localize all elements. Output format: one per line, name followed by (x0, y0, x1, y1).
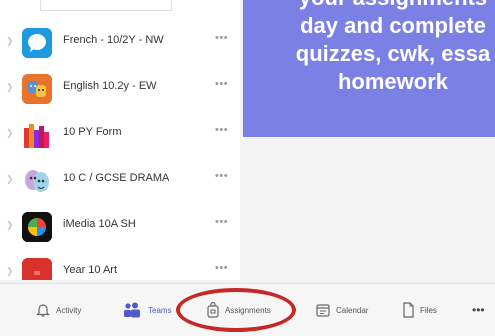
team-name: English 10.2y - EW (63, 80, 157, 92)
nav-files[interactable]: Files (402, 298, 437, 322)
chevron-right-icon[interactable]: ❯ (6, 266, 14, 277)
team-row-imedia[interactable]: ❯ iMedia 10A SH ••• (0, 204, 240, 250)
team-name: 10 PY Form (63, 126, 122, 138)
banner-line-3: quizzes, cwk, essa (295, 41, 491, 66)
banner-text: your assignments day and complete quizze… (243, 0, 495, 96)
colorful-circle-icon (22, 212, 52, 242)
nav-calendar-label: Calendar (336, 305, 369, 315)
team-row-gcse-drama[interactable]: ❯ 10 C / GCSE DRAMA ••• (0, 158, 240, 204)
more-icon[interactable]: ••• (472, 303, 485, 317)
assignments-highlight-ellipse (176, 288, 296, 332)
drama-masks-icon (22, 166, 52, 196)
chevron-right-icon[interactable]: ❯ (6, 36, 14, 47)
file-icon (402, 302, 414, 318)
nav-teams[interactable]: Teams (122, 298, 172, 322)
team-row-french[interactable]: ❯ French - 10/2Y - NW ••• (0, 20, 240, 66)
nav-files-label: Files (420, 305, 437, 315)
nav-more[interactable]: ••• (472, 298, 485, 322)
bell-icon (36, 302, 50, 318)
more-options-icon[interactable]: ••• (215, 262, 228, 274)
chevron-right-icon[interactable]: ❯ (6, 174, 14, 185)
nav-teams-label: Teams (148, 305, 172, 315)
color-bars-icon (22, 120, 52, 150)
banner-line-4: homework (337, 69, 449, 94)
teams-list-panel: ❯ French - 10/2Y - NW ••• ❯ English 10.2… (0, 0, 240, 280)
team-row-10py-form[interactable]: ❯ 10 PY Form ••• (0, 112, 240, 158)
list-header-remnant (0, 0, 240, 14)
team-name: French - 10/2Y - NW (63, 34, 164, 46)
more-options-icon[interactable]: ••• (215, 170, 228, 182)
nav-activity-label: Activity (56, 305, 82, 315)
more-options-icon[interactable]: ••• (215, 216, 228, 228)
banner-line-2: day and complete (300, 13, 486, 38)
more-options-icon[interactable]: ••• (215, 32, 228, 44)
red-square-icon (22, 258, 52, 280)
nav-calendar[interactable]: Calendar (316, 298, 368, 322)
more-options-icon[interactable]: ••• (215, 124, 228, 136)
calendar-icon (316, 303, 330, 317)
team-name: iMedia 10A SH (63, 218, 136, 230)
team-row-year10-art[interactable]: ❯ Year 10 Art ••• (0, 250, 240, 280)
more-options-icon[interactable]: ••• (215, 78, 228, 90)
chevron-right-icon[interactable]: ❯ (6, 128, 14, 139)
team-name: Year 10 Art (63, 264, 118, 276)
nav-activity[interactable]: Activity (36, 298, 81, 322)
banner-line-1: your assignments (243, 0, 495, 12)
team-row-english[interactable]: ❯ English 10.2y - EW ••• (0, 66, 240, 112)
chevron-right-icon[interactable]: ❯ (6, 220, 14, 231)
chat-bubble-icon (22, 28, 52, 58)
teams-people-icon (122, 302, 142, 318)
chevron-right-icon[interactable]: ❯ (6, 82, 14, 93)
theatre-masks-icon (22, 74, 52, 104)
team-name: 10 C / GCSE DRAMA (63, 172, 170, 184)
instruction-banner: your assignments day and complete quizze… (243, 0, 495, 137)
